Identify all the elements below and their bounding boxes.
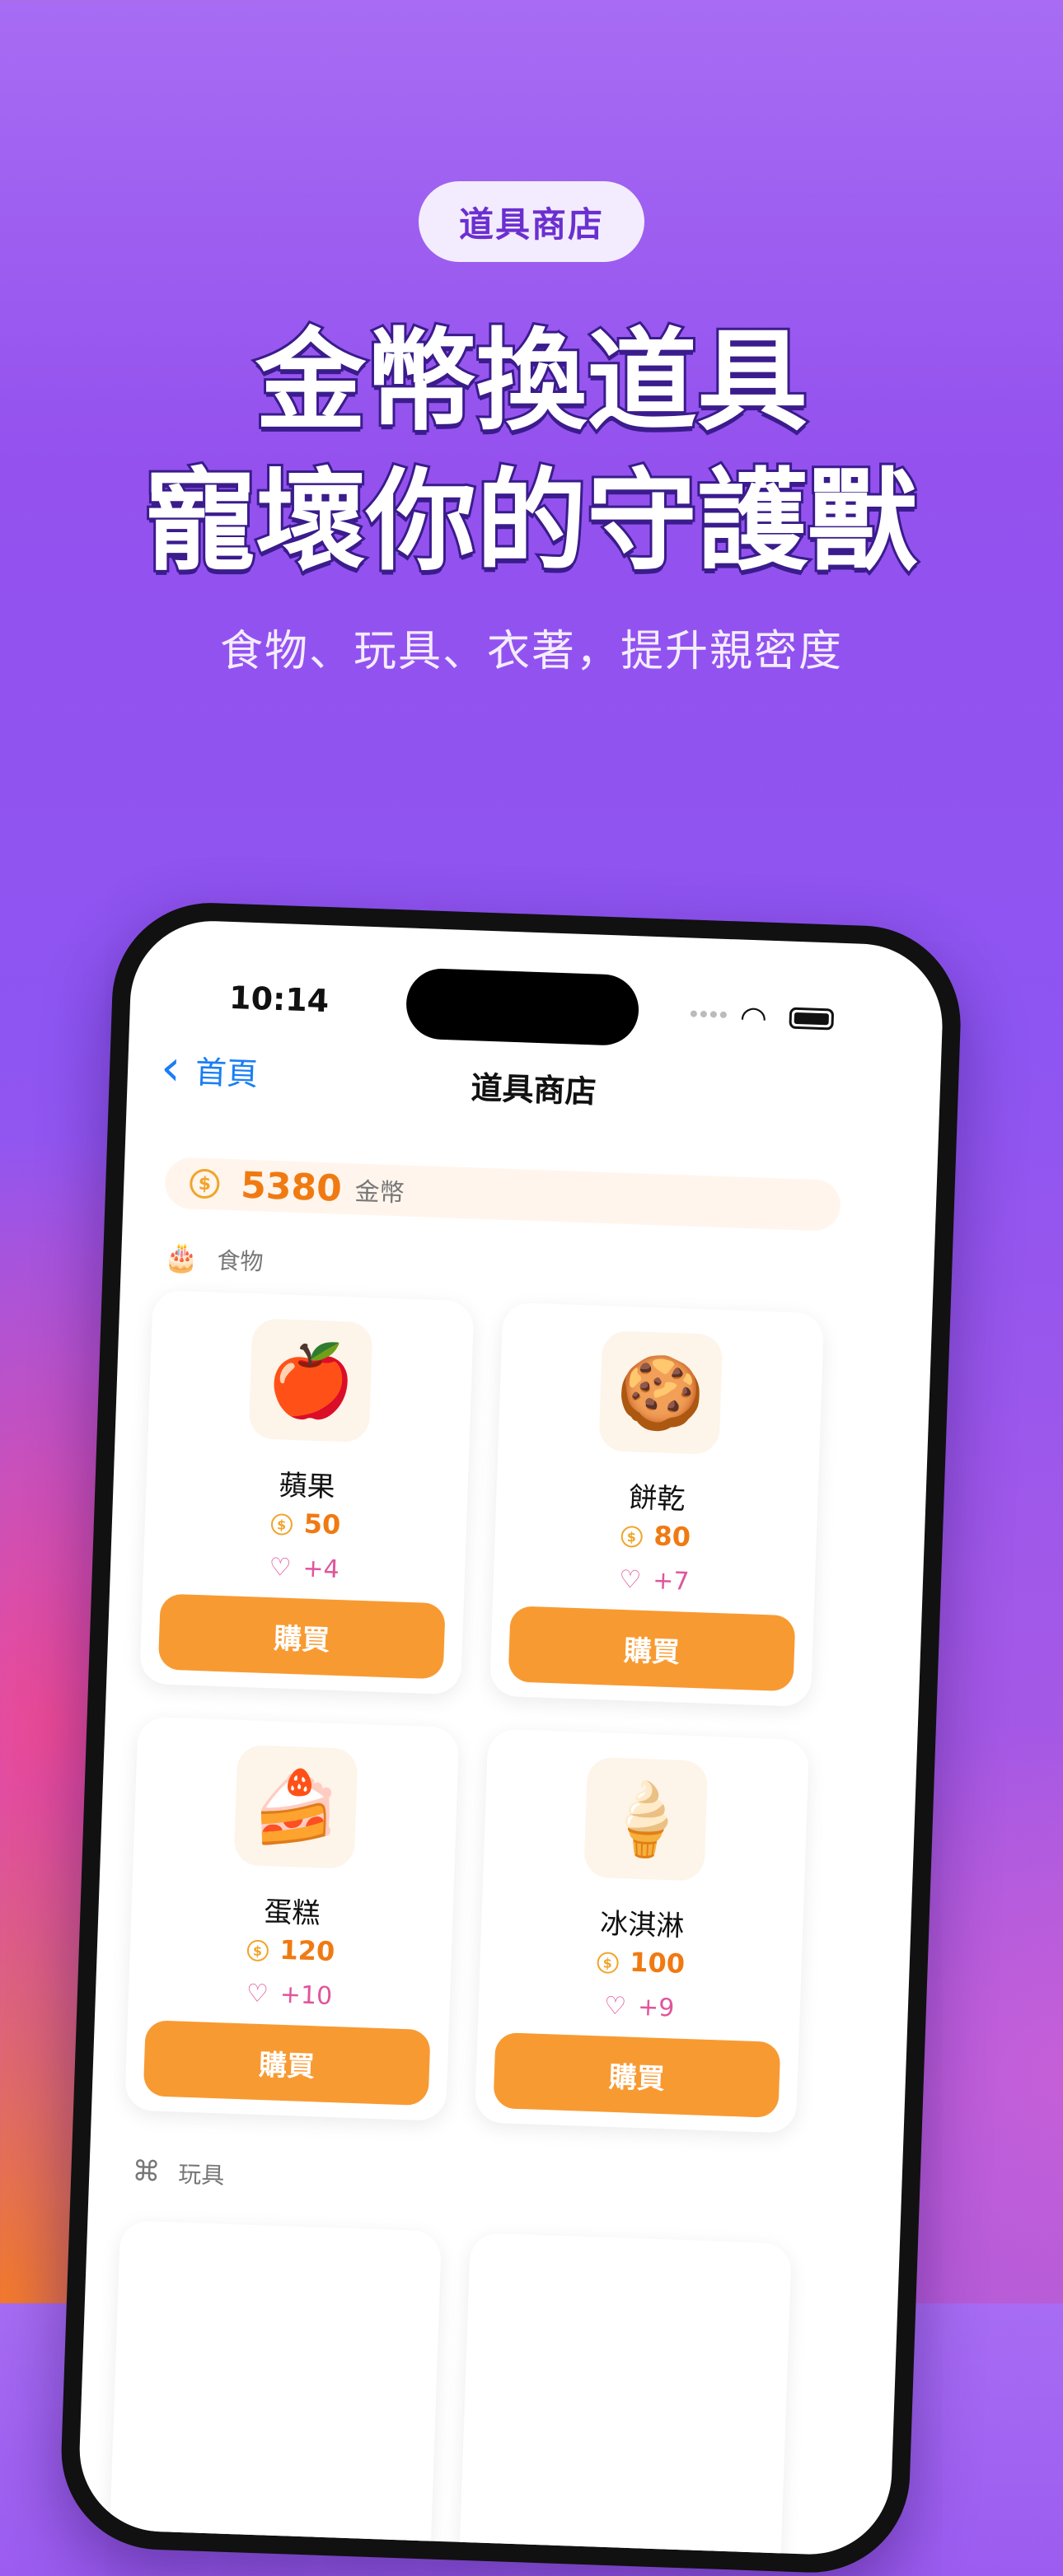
item-price: $120	[129, 1928, 452, 1971]
coin-amount: 5380	[240, 1164, 343, 1210]
heart-icon: ♡	[246, 1979, 269, 2009]
heart-icon: ♡	[618, 1564, 642, 1595]
cake-slice-icon: 🍰	[233, 1744, 358, 1869]
item-price: $80	[494, 1515, 817, 1558]
heart-icon: ♡	[268, 1553, 293, 1583]
item-affection: ♡ +9	[603, 1991, 675, 2023]
item-price: $50	[144, 1503, 466, 1545]
coin-unit: 金幣	[354, 1177, 405, 1209]
headline-line-2: 寵壞你的守護獸	[143, 455, 920, 588]
item-name: 蛋糕	[263, 1896, 321, 1931]
buy-button[interactable]: 購買	[493, 2031, 781, 2118]
item-card-apple: 🍎 蘋果 $50 ♡ +4 購買	[139, 1289, 475, 1695]
item-name: 冰淇淋	[599, 1907, 685, 1943]
phone-mockup: 10:14 ◠ ‹ 首頁 道具商店 $ 5380 金幣 🎂 食物 🍎 蘋果 $5…	[58, 900, 964, 2576]
ice-cream-icon: 🍦	[583, 1756, 709, 1882]
headline-line-1: 金幣換道具	[253, 315, 810, 448]
coin-icon: $	[246, 1939, 269, 1962]
item-card-cookie: 🍪 餅乾 $80 ♡ +7 購買	[489, 1302, 825, 1708]
wifi-icon: ◠	[739, 998, 768, 1036]
heart-icon: ♡	[603, 1991, 627, 2022]
coin-icon: $	[596, 1952, 619, 1975]
hero-subtitle: 食物、玩具、衣著，提升親密度	[219, 627, 843, 676]
item-name: 餅乾	[628, 1481, 686, 1517]
cake-icon: 🎂	[163, 1241, 200, 1275]
item-name: 蘋果	[278, 1469, 336, 1504]
coin-icon: $	[189, 1168, 220, 1199]
item-card-toy	[106, 2220, 443, 2558]
coin-icon: $	[270, 1513, 293, 1536]
store-badge: 道具商店	[419, 181, 644, 262]
item-affection: ♡ +4	[268, 1553, 340, 1584]
buy-button[interactable]: 購買	[157, 1593, 446, 1680]
item-affection: ♡ +10	[246, 1979, 333, 2011]
status-time: 10:14	[228, 979, 330, 1020]
phone-screen: 10:14 ◠ ‹ 首頁 道具商店 $ 5380 金幣 🎂 食物 🍎 蘋果 $5…	[77, 918, 945, 2558]
apple-icon: 🍎	[248, 1318, 373, 1443]
item-card-ice-cream: 🍦 冰淇淋 $100 ♡ +9 購買	[474, 1728, 810, 2134]
item-price: $100	[480, 1941, 802, 1984]
item-affection: ♡ +7	[618, 1564, 691, 1597]
section-toys: ⌘ 玩具	[132, 2155, 225, 2191]
coin-icon: $	[620, 1525, 643, 1548]
item-card-toy	[457, 2232, 792, 2558]
buy-button[interactable]: 購買	[508, 1606, 796, 1692]
signal-icon	[690, 1010, 728, 1018]
puzzle-icon: ⌘	[131, 2154, 162, 2189]
dynamic-island	[405, 967, 640, 1047]
cookie-icon: 🍪	[598, 1330, 723, 1455]
wallet-balance: $ 5380 金幣	[164, 1157, 841, 1232]
battery-icon	[789, 1007, 835, 1031]
section-food-label: 食物	[216, 1246, 265, 1276]
buy-button[interactable]: 購買	[143, 2020, 431, 2106]
section-food: 🎂 食物	[163, 1241, 264, 1277]
item-card-cake: 🍰 蛋糕 $120 ♡ +10 購買	[124, 1716, 460, 2121]
section-toys-label: 玩具	[177, 2160, 225, 2190]
nav-title: 道具商店	[470, 1069, 597, 1110]
